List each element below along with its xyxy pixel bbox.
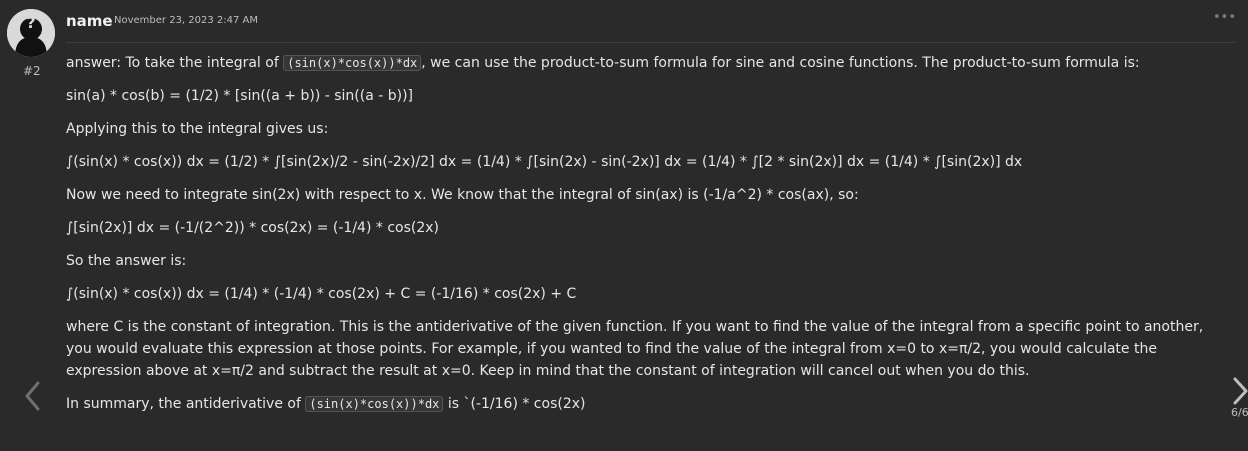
summary-text: In summary, the antiderivative of bbox=[66, 396, 306, 412]
svg-text:?: ? bbox=[26, 13, 35, 32]
chevron-left-icon bbox=[25, 381, 40, 411]
formula-line: ∫(sin(x) * cos(x)) dx = (1/2) * ∫[sin(2x… bbox=[66, 154, 1023, 170]
username[interactable]: name bbox=[66, 12, 113, 30]
post: ? #2 name November 23, 2023 2:47 AM ••• … bbox=[0, 0, 1248, 451]
post-body: answer: To take the integral of (sin(x)*… bbox=[66, 52, 1231, 426]
inline-code: (sin(x)*cos(x))*dx bbox=[283, 55, 422, 71]
summary-text-end: is `(-1/16) * cos(2x) bbox=[443, 396, 586, 412]
post-number: #2 bbox=[23, 64, 41, 78]
paragraph: where C is the constant of integration. … bbox=[66, 319, 1204, 379]
previous-button[interactable] bbox=[22, 380, 44, 412]
more-horizontal-icon[interactable]: ••• bbox=[1213, 10, 1236, 25]
next-button[interactable] bbox=[1232, 376, 1248, 406]
inline-code: (sin(x)*cos(x))*dx bbox=[305, 396, 444, 412]
page-counter: 6/6 bbox=[1231, 406, 1248, 419]
formula-line: ∫(sin(x) * cos(x)) dx = (1/4) * (-1/4) *… bbox=[66, 286, 577, 302]
paragraph: Applying this to the integral gives us: bbox=[66, 121, 329, 137]
paragraph: So the answer is: bbox=[66, 253, 187, 269]
avatar[interactable]: ? bbox=[7, 9, 55, 57]
summary: In summary, the antiderivative of (sin(x… bbox=[66, 393, 1231, 415]
answer-intro-text: answer: To take the integral of bbox=[66, 55, 284, 71]
question-mark-avatar-icon: ? bbox=[7, 9, 55, 57]
answer-intro: answer: To take the integral of (sin(x)*… bbox=[66, 52, 1231, 74]
paragraph: Now we need to integrate sin(2x) with re… bbox=[66, 187, 859, 203]
formula-line: ∫[sin(2x)] dx = (-1/(2^2)) * cos(2x) = (… bbox=[66, 220, 439, 236]
answer-intro-text-end: , we can use the product-to-sum formula … bbox=[421, 55, 1140, 71]
timestamp: November 23, 2023 2:47 AM bbox=[114, 15, 259, 26]
formula-line: sin(a) * cos(b) = (1/2) * [sin((a + b)) … bbox=[66, 88, 414, 104]
chevron-right-icon bbox=[1233, 377, 1248, 405]
post-header: name November 23, 2023 2:47 AM ••• bbox=[66, 10, 1236, 43]
